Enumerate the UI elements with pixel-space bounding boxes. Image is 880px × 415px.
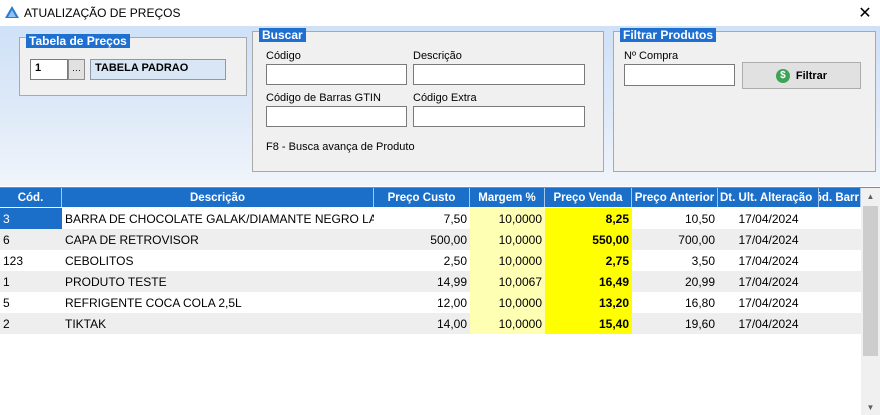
cell-preco-custo[interactable]: 14,00 <box>374 313 470 334</box>
table-row[interactable]: 5 REFRIGENTE COCA COLA 2,5L 12,00 10,000… <box>0 292 861 313</box>
cell-descricao[interactable]: CAPA DE RETROVISOR <box>62 229 374 250</box>
column-header-cod[interactable]: Cód. <box>0 188 62 207</box>
advanced-search-hint: F8 - Busca avança de Produto <box>266 141 415 153</box>
vertical-scrollbar[interactable]: ▲ ▼ <box>861 188 880 415</box>
filter-button[interactable]: $ Filtrar <box>742 62 861 89</box>
cell-margem[interactable]: 10,0067 <box>470 271 545 292</box>
cell-dt-alteracao[interactable]: 17/04/2024 <box>718 208 819 229</box>
cell-margem[interactable]: 10,0000 <box>470 313 545 334</box>
scroll-up-arrow-icon[interactable]: ▲ <box>861 188 880 205</box>
table-row[interactable]: 2 TIKTAK 14,00 10,0000 15,40 19,60 17/04… <box>0 313 861 334</box>
table-row[interactable]: 6 CAPA DE RETROVISOR 500,00 10,0000 550,… <box>0 229 861 250</box>
cell-preco-custo[interactable]: 14,99 <box>374 271 470 292</box>
cell-descricao[interactable]: PRODUTO TESTE <box>62 271 374 292</box>
cell-preco-custo[interactable]: 2,50 <box>374 250 470 271</box>
close-icon: ✕ <box>858 5 872 22</box>
cell-cod[interactable]: 3 <box>0 208 62 229</box>
search-group: Buscar Código Descrição Código de Barras… <box>252 28 604 172</box>
cell-preco-anterior[interactable]: 3,50 <box>632 250 718 271</box>
cell-dt-alteracao[interactable]: 17/04/2024 <box>718 292 819 313</box>
cell-preco-venda[interactable]: 2,75 <box>545 250 632 271</box>
price-table-name-field: TABELA PADRAO <box>90 59 226 80</box>
cell-preco-custo[interactable]: 7,50 <box>374 208 470 229</box>
scroll-down-arrow-icon[interactable]: ▼ <box>861 399 880 415</box>
price-update-window: ATUALIZAÇÃO DE PREÇOS ✕ Tabela de Preços… <box>0 0 880 415</box>
cell-preco-anterior[interactable]: 20,99 <box>632 271 718 292</box>
descricao-input[interactable] <box>413 64 585 85</box>
table-row[interactable]: 123 CEBOLITOS 2,50 10,0000 2,75 3,50 17/… <box>0 250 861 271</box>
filter-products-legend: Filtrar Produtos <box>620 28 717 42</box>
cell-dt-alteracao[interactable]: 17/04/2024 <box>718 313 819 334</box>
price-table-group: Tabela de Preços 1 ··· TABELA PADRAO <box>19 34 247 96</box>
codigo-extra-label: Código Extra <box>413 92 477 104</box>
cell-cod[interactable]: 2 <box>0 313 62 334</box>
cell-preco-custo[interactable]: 500,00 <box>374 229 470 250</box>
filter-products-group: Filtrar Produtos Nº Compra $ Filtrar <box>613 28 876 172</box>
cell-preco-venda[interactable]: 16,49 <box>545 271 632 292</box>
cell-descricao[interactable]: CEBOLITOS <box>62 250 374 271</box>
cell-preco-anterior[interactable]: 16,80 <box>632 292 718 313</box>
search-legend: Buscar <box>259 28 306 42</box>
ellipsis-icon: ··· <box>72 64 81 75</box>
cell-cod-barras[interactable] <box>819 271 861 292</box>
table-row[interactable]: 3 BARRA DE CHOCOLATE GALAK/DIAMANTE NEGR… <box>0 208 861 229</box>
gtin-input[interactable] <box>266 106 407 127</box>
column-header-cod-barras[interactable]: Cód. Barr <box>819 188 861 207</box>
column-header-preco-venda[interactable]: Preço Venda <box>545 188 632 207</box>
column-header-dt-alteracao[interactable]: Dt. Ult. Alteração <box>718 188 819 207</box>
cell-preco-custo[interactable]: 12,00 <box>374 292 470 313</box>
cell-preco-anterior[interactable]: 10,50 <box>632 208 718 229</box>
close-button[interactable]: ✕ <box>850 0 880 26</box>
cell-cod-barras[interactable] <box>819 208 861 229</box>
price-table-lookup-button[interactable]: ··· <box>68 59 85 80</box>
cell-preco-venda[interactable]: 15,40 <box>545 313 632 334</box>
cell-preco-anterior[interactable]: 700,00 <box>632 229 718 250</box>
money-icon: $ <box>775 68 790 83</box>
cell-cod[interactable]: 1 <box>0 271 62 292</box>
cell-preco-venda[interactable]: 13,20 <box>545 292 632 313</box>
products-grid[interactable]: Cód. Descrição Preço Custo Margem % Preç… <box>0 187 880 415</box>
cell-cod[interactable]: 6 <box>0 229 62 250</box>
app-logo-icon <box>5 6 19 18</box>
cell-cod[interactable]: 123 <box>0 250 62 271</box>
cell-margem[interactable]: 10,0000 <box>470 292 545 313</box>
cell-preco-venda[interactable]: 550,00 <box>545 229 632 250</box>
column-header-descricao[interactable]: Descrição <box>62 188 374 207</box>
title-bar: ATUALIZAÇÃO DE PREÇOS ✕ <box>0 0 880 26</box>
descricao-label: Descrição <box>413 50 462 62</box>
price-table-code-input[interactable]: 1 <box>30 59 68 80</box>
cell-cod[interactable]: 5 <box>0 292 62 313</box>
cell-margem[interactable]: 10,0000 <box>470 208 545 229</box>
column-header-margem[interactable]: Margem % <box>470 188 545 207</box>
table-row[interactable]: 1 PRODUTO TESTE 14,99 10,0067 16,49 20,9… <box>0 271 861 292</box>
cell-descricao[interactable]: TIKTAK <box>62 313 374 334</box>
scrollbar-thumb[interactable] <box>863 206 878 356</box>
cell-preco-venda[interactable]: 8,25 <box>545 208 632 229</box>
cell-margem[interactable]: 10,0000 <box>470 229 545 250</box>
filter-button-label: Filtrar <box>795 69 828 82</box>
price-table-legend: Tabela de Preços <box>26 34 130 48</box>
gtin-label: Código de Barras GTIN <box>266 92 381 104</box>
cell-cod-barras[interactable] <box>819 313 861 334</box>
cell-dt-alteracao[interactable]: 17/04/2024 <box>718 229 819 250</box>
cell-descricao[interactable]: REFRIGENTE COCA COLA 2,5L <box>62 292 374 313</box>
cell-preco-anterior[interactable]: 19,60 <box>632 313 718 334</box>
cell-dt-alteracao[interactable]: 17/04/2024 <box>718 250 819 271</box>
grid-header: Cód. Descrição Preço Custo Margem % Preç… <box>0 188 861 207</box>
codigo-input[interactable] <box>266 64 407 85</box>
purchase-number-label: Nº Compra <box>624 50 679 62</box>
purchase-number-input[interactable] <box>624 64 735 86</box>
cell-cod-barras[interactable] <box>819 292 861 313</box>
cell-dt-alteracao[interactable]: 17/04/2024 <box>718 271 819 292</box>
column-header-preco-anterior[interactable]: Preço Anterior <box>632 188 718 207</box>
window-title: ATUALIZAÇÃO DE PREÇOS <box>24 6 181 20</box>
codigo-label: Código <box>266 50 301 62</box>
cell-cod-barras[interactable] <box>819 250 861 271</box>
cell-cod-barras[interactable] <box>819 229 861 250</box>
filter-panel: Tabela de Preços 1 ··· TABELA PADRAO Bus… <box>0 26 880 186</box>
column-header-preco-custo[interactable]: Preço Custo <box>374 188 470 207</box>
cell-margem[interactable]: 10,0000 <box>470 250 545 271</box>
cell-descricao[interactable]: BARRA DE CHOCOLATE GALAK/DIAMANTE NEGRO … <box>62 208 374 229</box>
codigo-extra-input[interactable] <box>413 106 585 127</box>
